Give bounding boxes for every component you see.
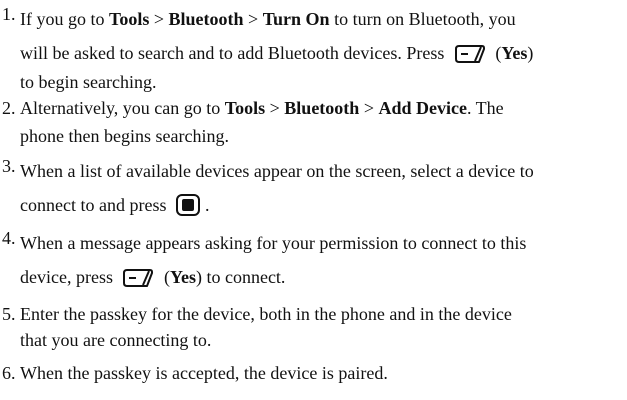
step-line: phone then begins searching. [20,126,229,146]
text-run: Alternatively, you can go to [20,98,225,118]
text-run: . The [466,98,504,118]
text-run: connect to and press [20,195,171,215]
step-line: that you are connecting to. [20,330,212,350]
yes-label: Yes [169,267,196,287]
step-line: connect to and press . [20,188,620,222]
step-text: When the passkey is accepted, the device… [20,361,620,385]
left-soft-key-icon [453,43,487,65]
step-line: When a message appears asking for your p… [20,233,527,253]
step-text: Alternatively, you can go to Tools > Blu… [20,96,620,148]
text-run: ( [159,267,170,287]
menu-tools-label: Tools [109,9,150,29]
step-number: 6. [2,363,16,383]
step-text: Enter the passkey for the device, both i… [20,302,620,352]
menu-bluetooth-label: Bluetooth [168,9,244,29]
text-run: will be asked to search and to add Bluet… [20,43,449,63]
text-run: If you go to [20,9,109,29]
step-line: Enter the passkey for the device, both i… [20,304,512,324]
text-run: > [243,9,263,29]
step-line: If you go to Tools > Bluetooth > Turn On… [20,2,620,36]
step-line: When the passkey is accepted, the device… [20,363,388,383]
text-run: ( [490,43,502,63]
menu-add-device-label: Add Device [378,98,467,118]
step-number: 3. [2,156,16,176]
left-soft-key-icon [121,267,155,289]
step-number: 1. [2,4,16,24]
text-run: . [204,195,210,215]
step-number: 5. [2,304,16,324]
menu-tools-label: Tools [224,98,266,118]
step-text: When a message appears asking for your p… [20,226,620,294]
text-run: ) to connect. [195,267,286,287]
step-line: When a list of available devices appear … [20,161,534,181]
yes-label: Yes [501,43,528,63]
center-select-key-icon [175,193,201,217]
text-run: device, press [20,267,118,287]
step-line: device, press (Yes) to connect. [20,260,620,294]
text-run: ) [527,43,534,63]
text-run: > [149,9,169,29]
step-number: 2. [2,98,16,118]
step-text: When a list of available devices appear … [20,154,620,222]
step-line: to begin searching. [20,72,157,92]
text-run: > [265,98,285,118]
text-run: to turn on Bluetooth, you [329,9,516,29]
step-line: will be asked to search and to add Bluet… [20,36,620,70]
step-line: Alternatively, you can go to Tools > Blu… [20,96,620,124]
text-run: > [359,98,379,118]
menu-bluetooth-label: Bluetooth [284,98,360,118]
menu-turn-on-label: Turn On [262,9,330,29]
step-text: If you go to Tools > Bluetooth > Turn On… [20,2,620,94]
step-number: 4. [2,228,16,248]
